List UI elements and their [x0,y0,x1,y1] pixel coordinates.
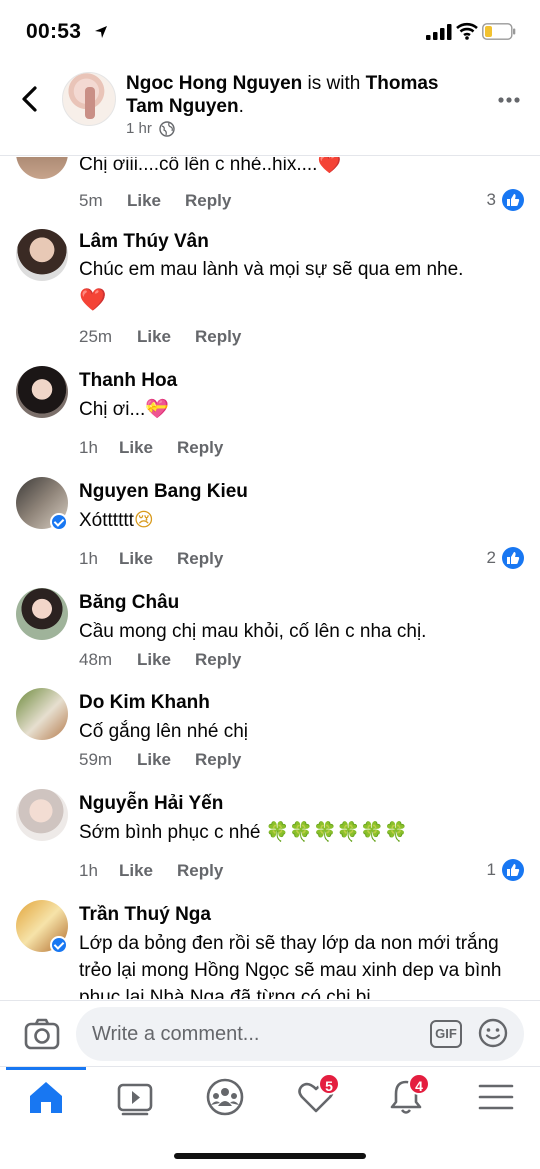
reply-button[interactable]: Reply [185,191,231,211]
emoji-smile-icon[interactable] [478,1018,508,1048]
menu-icon[interactable] [476,1077,516,1117]
commenter-name[interactable]: Thanh Hoa [79,370,177,392]
commenter-avatar[interactable] [16,366,68,418]
cellular-signal-icon [426,24,452,40]
home-indicator [174,1153,366,1159]
status-bar: 00:53 [0,0,540,62]
four-leaf-clover-emoji: 🍀🍀🍀🍀🍀🍀 [265,821,408,843]
commenter-avatar[interactable] [16,688,68,740]
post-meta: 1 hr [126,120,175,137]
comment-actions: 5m Like Reply [79,191,231,211]
verified-badge-icon [50,936,68,954]
battery-icon [482,23,516,40]
bottom-tab-bar: 5 4 [0,1066,540,1169]
reply-button[interactable]: Reply [177,438,223,458]
reply-button[interactable]: Reply [195,650,241,670]
comment-time: 1h [79,861,98,880]
reply-button[interactable]: Reply [177,549,223,569]
comment-actions: 1h Like Reply [79,549,223,569]
gif-button[interactable]: GIF [430,1020,462,1048]
post-title: Ngoc Hong Nguyen is with Thomas Tam Nguy… [126,72,476,118]
comment-text: Lớp da bỏng đen rồi sẽ thay lớp da non m… [79,933,502,999]
like-button[interactable]: Like [119,861,153,881]
comment-time: 59m [79,750,113,769]
crying-face-emoji: 😢 [133,509,154,531]
like-button[interactable]: Like [119,549,153,569]
comment-actions: 48m Like Reply [79,650,241,670]
comment-actions: 59m Like Reply [79,750,241,770]
like-button[interactable]: Like [137,650,171,670]
notifications-badge: 4 [408,1073,430,1095]
heart-emoji: ❤️ [79,288,107,313]
gift-heart-emoji: 💝 [145,398,169,420]
reaction-count[interactable]: 2 [487,547,524,569]
post-header: Ngoc Hong Nguyen is with Thomas Tam Nguy… [0,62,540,156]
groups-icon[interactable] [205,1077,245,1117]
comment-time: 1h [79,438,98,457]
wifi-icon [456,22,478,40]
comment-time: 1h [79,549,98,568]
with-text: is with [302,73,366,94]
verified-badge-icon [50,513,68,531]
comment-text: Chị ơiii....cố lên c nhé..hix....❤️ [79,157,519,178]
active-tab-indicator [6,1067,86,1070]
poster-avatar[interactable] [62,72,116,126]
like-button[interactable]: Like [137,327,171,347]
comment-text: Cầu mong chị mau khỏi, cố lên c nha chị. [79,621,427,642]
comment-text: Chị ơi...💝 [79,398,169,420]
comment-composer: Write a comment... GIF [0,1000,540,1066]
like-reaction-icon [502,189,524,211]
reaction-count[interactable]: 1 [487,859,524,881]
reply-button[interactable]: Reply [195,327,241,347]
comment-text: Xótttttt😢 [79,509,154,531]
comment-actions: 25m Like Reply [79,327,241,347]
watch-icon[interactable] [115,1077,155,1117]
comment-actions: 1h Like Reply [79,438,223,458]
commenter-avatar[interactable] [16,588,68,640]
heart-emoji: ❤️ [317,157,342,175]
like-button[interactable]: Like [137,750,171,770]
comment-list[interactable]: Chị ơiii....cố lên c nhé..hix....❤️ 5m L… [0,157,540,999]
title-period: . [238,96,244,117]
comment-time: 25m [79,327,113,346]
comment-actions: 1h Like Reply [79,861,223,881]
commenter-name[interactable]: Trần Thuý Nga [79,904,211,926]
like-button[interactable]: Like [119,438,153,458]
more-options-icon[interactable] [497,96,521,104]
back-chevron-icon[interactable] [18,84,42,114]
comment-text: Chúc em mau lành và mọi sự sẽ qua em nhe… [79,259,464,280]
location-arrow-icon [95,26,107,38]
commenter-avatar[interactable] [16,229,68,281]
status-time: 00:53 [26,20,82,43]
comment-text: Sớm bình phục c nhé 🍀🍀🍀🍀🍀🍀 [79,821,408,843]
commenter-name[interactable]: Nguyen Bang Kieu [79,481,248,503]
home-icon[interactable] [26,1077,66,1117]
reply-button[interactable]: Reply [177,861,223,881]
like-reaction-icon [502,859,524,881]
camera-icon[interactable] [24,1018,60,1050]
commenter-name[interactable]: Lâm Thúy Vân [79,231,209,253]
commenter-avatar[interactable] [16,789,68,841]
commenter-name[interactable]: Băng Châu [79,592,179,614]
comment-time: 5m [79,191,103,210]
reply-button[interactable]: Reply [195,750,241,770]
post-time[interactable]: 1 hr [126,120,152,137]
like-button[interactable]: Like [127,191,161,211]
commenter-avatar[interactable] [16,157,68,179]
comment-time: 48m [79,650,113,669]
comment-text: Cố gắng lên nhé chị [79,721,249,742]
like-reaction-icon [502,547,524,569]
dating-badge: 5 [318,1073,340,1095]
commenter-name[interactable]: Nguyễn Hải Yến [79,793,223,815]
commenter-name[interactable]: Do Kim Khanh [79,692,210,714]
poster-name[interactable]: Ngoc Hong Nguyen [126,73,302,94]
globe-icon [159,120,175,137]
reaction-count[interactable]: 3 [487,189,524,211]
